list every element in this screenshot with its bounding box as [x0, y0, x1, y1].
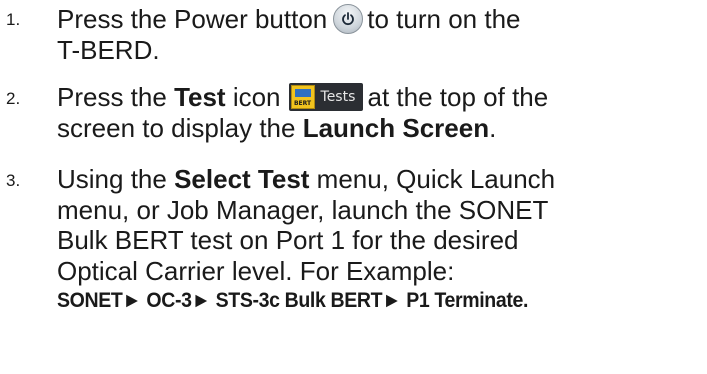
step-text-part: T-BERD.	[57, 34, 160, 65]
step-text-part: icon	[225, 82, 281, 112]
step-text-part: to turn on the	[367, 4, 521, 34]
menu-path-example: SONET► OC-3► STS-3c Bulk BERT► P1 Termin…	[57, 289, 529, 312]
instruction-page: { "steps": [ { "number": "1.", "parts": …	[0, 0, 707, 374]
step-text-bold: Test	[174, 82, 226, 112]
step-text-part: .	[489, 112, 497, 143]
power-button-icon	[333, 4, 364, 35]
step-text: Using the Select Test menu, Quick Launch…	[57, 164, 697, 317]
step-number: 2.	[6, 89, 21, 108]
step-text-part: at the top of the	[367, 82, 549, 112]
step-number: 1.	[6, 10, 21, 29]
tests-icon-label: Tests	[320, 88, 356, 105]
step-number: 3.	[6, 171, 21, 190]
step-text-part: menu, Quick Launch	[309, 164, 556, 194]
step-text-part: Press the	[57, 82, 175, 112]
step-text-part: screen to display the	[57, 112, 303, 143]
step-text-part: Bulk BERT test on Port 1 for the desired	[57, 225, 519, 255]
step-text-part: Press the Power button	[57, 4, 328, 34]
step-text-part: Using the	[57, 164, 175, 194]
step-text-bold: Launch Screen	[302, 112, 490, 143]
bert-badge-icon: BERT	[290, 84, 315, 109]
step-text-bold: Select Test	[174, 164, 310, 194]
step-text: Press the Power button to turn on the T-B…	[57, 4, 697, 65]
step-text-part: menu, or Job Manager, launch the SONET	[57, 194, 549, 225]
step-text: Press the Test icon BERT Tests at the top o…	[57, 82, 697, 143]
tests-icon: BERT Tests	[288, 82, 363, 111]
step-text-part: Optical Carrier level. For Example:	[57, 255, 455, 286]
